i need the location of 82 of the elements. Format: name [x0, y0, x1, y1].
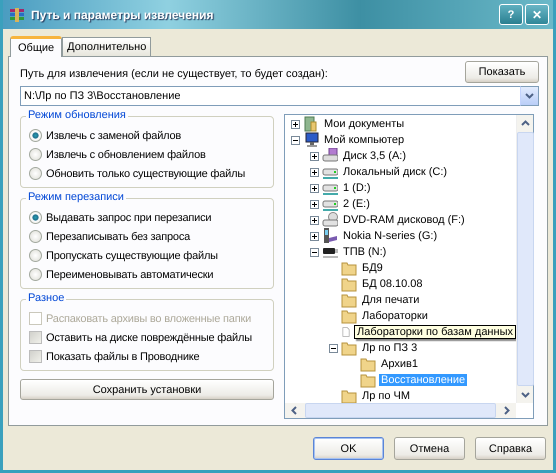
- radio-button[interactable]: [29, 211, 42, 224]
- checkbox[interactable]: [29, 350, 42, 363]
- group-title: Разное: [26, 292, 66, 304]
- path-label: Путь для извлечения (если не существует, то будет создан):: [20, 68, 328, 80]
- tree-item[interactable]: ТПВ (N:): [341, 246, 388, 258]
- path-field[interactable]: N:\Лр по ПЗ 3\Восстановление: [20, 86, 520, 106]
- show-button[interactable]: Показать: [465, 61, 539, 83]
- expand-icon[interactable]: [310, 232, 319, 240]
- horizontal-scrollbar[interactable]: [285, 403, 516, 418]
- folder-icon: [360, 356, 376, 372]
- tree-item[interactable]: DVD-RAM дисковод (F:): [341, 214, 467, 226]
- radio-button[interactable]: [29, 268, 42, 281]
- expand-icon[interactable]: [310, 216, 319, 224]
- tree-item[interactable]: Архив1: [379, 358, 420, 370]
- tab[interactable]: Общие: [10, 36, 62, 57]
- folder-icon: [341, 340, 357, 356]
- group-title: Режим обновления: [26, 109, 128, 121]
- folder-icon: [341, 260, 357, 276]
- radio-button[interactable]: [29, 167, 42, 180]
- folder-icon: [341, 276, 357, 292]
- option-label: Пропускать существующие файлы: [46, 250, 218, 262]
- scroll-down-icon: [520, 392, 530, 398]
- checkbox[interactable]: [29, 331, 42, 344]
- tree-item[interactable]: Лр по ЧМ: [360, 390, 412, 402]
- books-icon: [9, 6, 25, 22]
- tree-item[interactable]: БД 08.10.08: [360, 278, 425, 290]
- option-label: Выдавать запрос при перезаписи: [46, 212, 212, 224]
- expand-icon[interactable]: [310, 168, 319, 176]
- tree-item[interactable]: 2 (E:): [341, 198, 372, 210]
- dvd-drive-icon: [322, 212, 338, 228]
- option-label: Обновить только существующие файлы: [46, 168, 246, 180]
- scroll-thumb[interactable]: [516, 132, 534, 386]
- radio-button[interactable]: [29, 230, 42, 243]
- collapse-icon[interactable]: [291, 136, 300, 144]
- tooltip: Лабораторки по базам данных: [354, 325, 516, 339]
- folder-icon: [360, 372, 376, 388]
- floppy-drive-icon: [322, 148, 338, 164]
- tree-item[interactable]: Мои документы: [322, 118, 406, 130]
- help-button[interactable]: Справка: [475, 437, 546, 460]
- folder-icon: [341, 308, 357, 324]
- group-title: Режим перезаписи: [26, 191, 126, 203]
- chevron-down-icon: [525, 93, 534, 99]
- tree-item[interactable]: Мой компьютер: [322, 134, 406, 146]
- tree-item[interactable]: Локальный диск (C:): [341, 166, 450, 178]
- folder-icon: [341, 292, 357, 308]
- dropdown-button[interactable]: [520, 86, 539, 106]
- save-settings-button[interactable]: Сохранить установки: [20, 379, 274, 400]
- cancel-button[interactable]: Отмена: [394, 437, 465, 460]
- expand-icon[interactable]: [310, 184, 319, 192]
- scroll-left-icon: [291, 406, 297, 415]
- phone-icon: [322, 228, 338, 244]
- collapse-icon[interactable]: [329, 344, 338, 352]
- tree-item[interactable]: 1 (D:): [341, 182, 372, 194]
- ok-button[interactable]: OK: [313, 437, 384, 460]
- radio-button[interactable]: [29, 148, 42, 161]
- option-label: Перезаписывать без запроса: [46, 230, 190, 242]
- documents-icon: [303, 116, 319, 132]
- tree-item[interactable]: Диск 3,5 (A:): [341, 150, 408, 162]
- tree-item[interactable]: Лр по ПЗ 3: [360, 342, 420, 354]
- option-label: Извлечь с заменой файлов: [46, 130, 182, 142]
- scroll-right-icon: [504, 406, 510, 415]
- radio-button[interactable]: [29, 129, 42, 142]
- tree-item[interactable]: Для печати: [360, 294, 422, 306]
- scroll-up-icon: [520, 120, 530, 126]
- vertical-scrollbar[interactable]: [516, 115, 533, 403]
- computer-icon: [303, 132, 319, 148]
- radio-button[interactable]: [29, 249, 42, 262]
- expand-icon[interactable]: [291, 120, 300, 128]
- tree-item[interactable]: Nokia N-series (G:): [341, 230, 440, 242]
- option-label: Показать файлы в Проводнике: [46, 350, 200, 362]
- expand-icon[interactable]: [310, 152, 319, 160]
- tab[interactable]: Дополнительно: [62, 37, 152, 56]
- scroll-thumb[interactable]: [305, 403, 496, 418]
- option-label: Извлечь с обновлением файлов: [46, 148, 206, 160]
- option-label: Распаковать архивы во вложенные папки: [46, 312, 252, 324]
- window-title: Путь и параметры извлечения: [31, 8, 215, 22]
- option-label: Оставить на диске повреждённые файлы: [46, 332, 252, 344]
- tree-item[interactable]: БД9: [360, 262, 385, 274]
- collapse-icon[interactable]: [310, 248, 319, 256]
- expand-icon[interactable]: [310, 200, 319, 208]
- tree-item[interactable]: Лабораторки: [360, 310, 430, 322]
- option-label: Переименовывать автоматически: [46, 268, 214, 280]
